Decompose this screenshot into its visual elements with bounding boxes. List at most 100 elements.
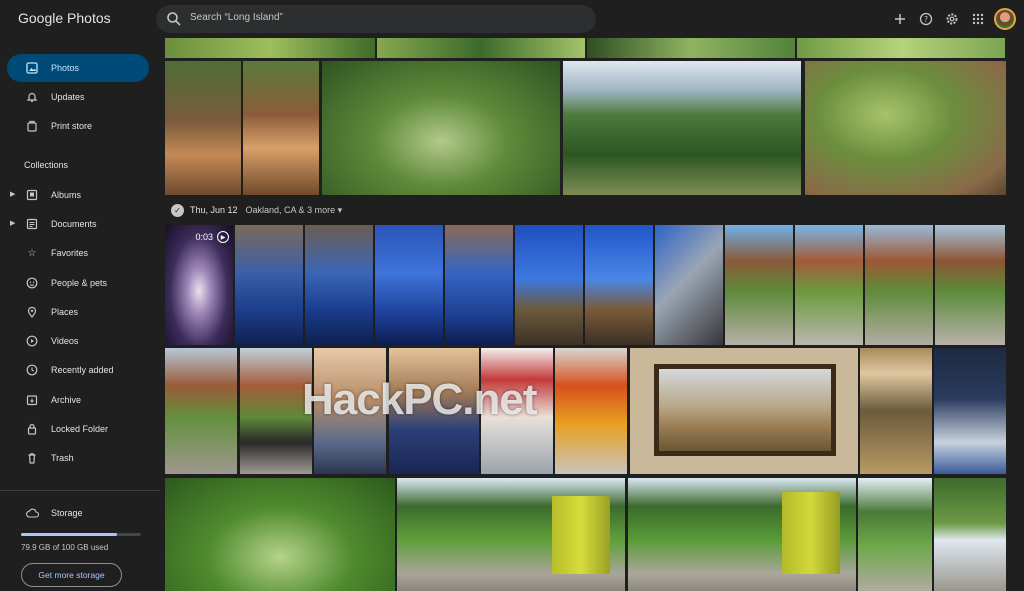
chevron-down-icon: ▾ [337, 204, 343, 215]
nav-photos[interactable]: Photos [7, 54, 149, 82]
date-label: Thu, Jun 12 [190, 205, 238, 215]
yellow-box [782, 492, 840, 574]
photo-thumbnail[interactable] [445, 225, 513, 345]
photo-thumbnail[interactable] [555, 348, 627, 474]
top-actions: ? [890, 8, 1016, 30]
photo-thumbnail[interactable] [165, 478, 395, 591]
photo-thumbnail[interactable] [240, 348, 312, 474]
photo-thumbnail[interactable] [397, 478, 625, 591]
nav-label: Updates [51, 92, 85, 102]
photo-thumbnail[interactable] [305, 225, 373, 345]
photo-thumbnail[interactable] [795, 225, 863, 345]
nav-label: Favorites [51, 248, 89, 258]
get-more-storage-button[interactable]: Get more storage [21, 563, 122, 587]
photo-thumbnail[interactable] [655, 225, 723, 345]
print-store-icon [25, 119, 39, 133]
photo-thumbnail[interactable] [481, 348, 553, 474]
nav-trash[interactable]: Trash [7, 444, 149, 472]
apps-grid-icon[interactable] [968, 9, 988, 29]
clock-icon [25, 363, 39, 377]
video-duration: 0:03 [195, 232, 213, 242]
photo-thumbnail[interactable] [389, 348, 479, 474]
sidebar: Photos Updates Print store Collections ▶… [0, 38, 160, 591]
app-logo[interactable]: Google Photos [18, 10, 111, 26]
nav-recently-added[interactable]: Recently added [7, 356, 149, 384]
add-icon[interactable] [890, 9, 910, 29]
nav-videos[interactable]: Videos [7, 327, 149, 355]
chevron-right-icon[interactable]: ▶ [10, 190, 15, 198]
nav-albums[interactable]: ▶ Albums [7, 181, 149, 209]
photo-thumbnail[interactable] [934, 478, 1006, 591]
search-icon [167, 12, 181, 26]
photo-thumbnail[interactable] [935, 225, 1005, 345]
photo-thumbnail[interactable] [585, 225, 653, 345]
top-bar: Google Photos Search “Long Island” ? [0, 0, 1024, 38]
nav-locked-folder[interactable]: Locked Folder [7, 415, 149, 443]
settings-icon[interactable] [942, 9, 962, 29]
photo-thumbnail[interactable] [860, 348, 932, 474]
photo-grid: ✓ Thu, Jun 12 Oakland, CA & 3 more ▾ 0:0… [165, 38, 1009, 591]
nav-label: Trash [51, 453, 74, 463]
search-input[interactable]: Search “Long Island” [190, 12, 283, 23]
trash-icon [25, 451, 39, 465]
nav-documents[interactable]: ▶ Documents [7, 210, 149, 238]
select-checkmark-icon[interactable]: ✓ [171, 203, 184, 217]
photo-thumbnail[interactable] [235, 225, 303, 345]
storage-progress-bar [21, 533, 141, 536]
nav-print-store[interactable]: Print store [7, 112, 149, 140]
nav-places[interactable]: Places [7, 298, 149, 326]
album-icon [25, 188, 39, 202]
play-icon: ▶ [217, 231, 229, 243]
nav-favorites[interactable]: ☆ Favorites [7, 239, 149, 267]
photo-thumbnail[interactable] [630, 348, 858, 474]
google-photos-app: Google Photos Search “Long Island” ? Pho… [0, 0, 1024, 591]
painting-canvas [659, 369, 831, 451]
photo-thumbnail[interactable] [865, 225, 933, 345]
storage-progress-fill [21, 533, 117, 536]
photo-thumbnail[interactable] [322, 61, 560, 195]
yellow-box [552, 496, 610, 574]
face-icon [25, 276, 39, 290]
location-dropdown[interactable]: Oakland, CA & 3 more ▾ [246, 205, 343, 216]
nav-storage[interactable]: Storage [7, 499, 149, 527]
bell-icon [25, 90, 39, 104]
scrollbar[interactable] [1010, 38, 1024, 591]
cloud-icon [25, 506, 39, 520]
account-avatar[interactable] [994, 8, 1016, 30]
archive-icon [25, 393, 39, 407]
photo-thumbnail[interactable] [375, 225, 443, 345]
photo-thumbnail[interactable] [805, 61, 1006, 195]
nav-label: Storage [51, 508, 83, 518]
photo-thumbnail[interactable] [628, 478, 856, 591]
photo-thumbnail[interactable] [725, 225, 793, 345]
document-icon [25, 217, 39, 231]
search-bar[interactable]: Search “Long Island” [156, 5, 596, 33]
photo-thumbnail[interactable] [563, 61, 801, 195]
chevron-right-icon[interactable]: ▶ [10, 219, 15, 227]
photo-thumbnail[interactable] [314, 348, 386, 474]
star-icon: ☆ [27, 247, 37, 259]
location-label: Oakland, CA & 3 more [245, 204, 336, 215]
photo-thumbnail[interactable] [515, 225, 583, 345]
nav-label: Recently added [51, 365, 114, 375]
sidebar-divider [0, 490, 160, 491]
nav-people-pets[interactable]: People & pets [7, 269, 149, 297]
collections-heading: Collections [24, 160, 69, 170]
photo-thumbnail[interactable] [934, 348, 1006, 474]
nav-updates[interactable]: Updates [7, 83, 149, 111]
nav-archive[interactable]: Archive [7, 386, 149, 414]
photos-icon [25, 61, 39, 75]
help-icon[interactable]: ? [916, 9, 936, 29]
photo-thumbnail[interactable] [165, 348, 237, 474]
place-pin-icon [25, 305, 39, 319]
photo-thumbnail[interactable] [243, 61, 319, 195]
photo-thumbnail[interactable] [165, 38, 375, 58]
photo-thumbnail[interactable] [377, 38, 585, 58]
photo-thumbnail[interactable] [587, 38, 795, 58]
nav-label: Documents [51, 219, 97, 229]
photo-thumbnail[interactable] [797, 38, 1005, 58]
photo-thumbnail[interactable] [165, 61, 241, 195]
video-thumbnail[interactable]: 0:03 ▶ [165, 225, 233, 345]
nav-label: Albums [51, 190, 82, 200]
photo-thumbnail[interactable] [858, 478, 932, 591]
